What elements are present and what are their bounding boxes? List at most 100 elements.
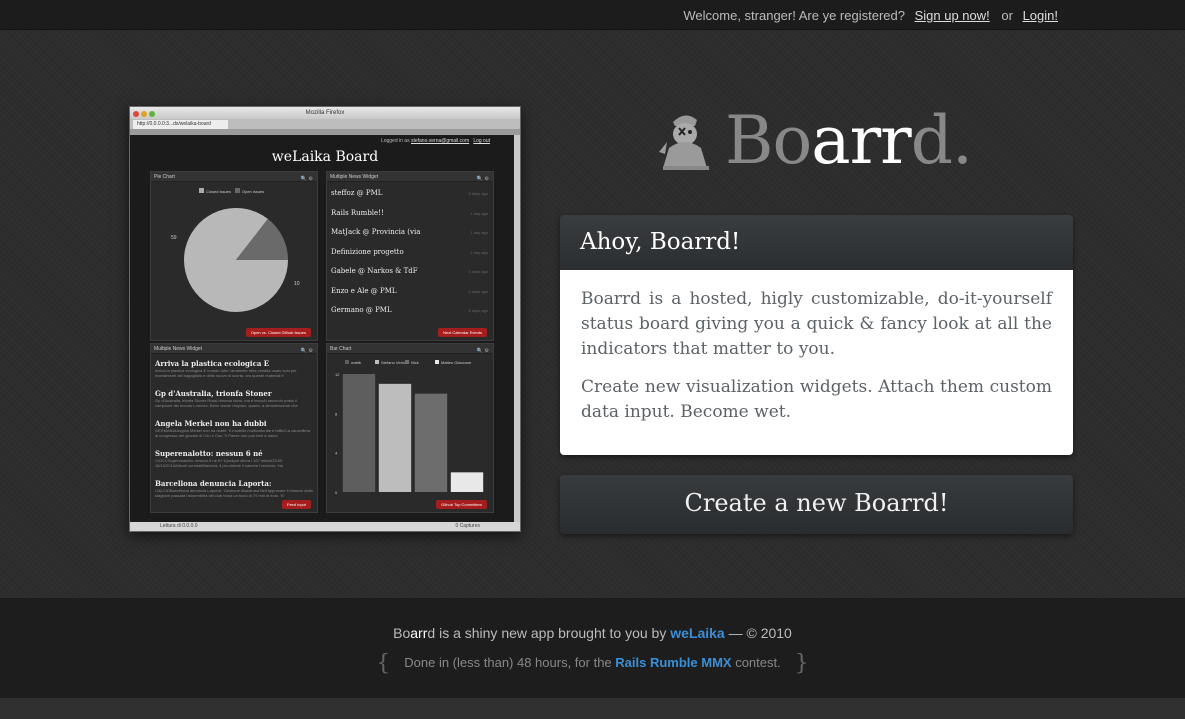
logout-link: Log out [473,138,490,144]
top-bar: Welcome, stranger! Are ye registered? Si… [0,0,1185,30]
legend-label: mattb [351,360,362,365]
browser-scrollbar [514,135,520,524]
browser-tabbar: http://0.0.0.0:3...ds/welaika-board [130,119,520,129]
footer-tagline: is a shiny new app brought to you by [435,625,671,641]
footer-contest-suffix: contest. [731,654,781,670]
news-widget-2-title: Multiple News Widget [154,346,203,352]
user-email: stefano.verna@gmail.com [410,138,470,144]
list-item: steffoz @ PML 3 days ago [327,184,493,204]
logged-in-label: Logged in as [380,138,410,144]
welcome-text: Welcome, stranger! Are ye registered? [683,8,905,23]
legend-label: Nick [411,360,419,365]
wordmark-part-2: arr [811,102,911,179]
pie-label-left: 59 [171,235,177,241]
list-item-title: MatJack @ Provincia (via [331,228,421,236]
list-item-title: Barcellona denuncia Laporta: [155,479,272,488]
list-item-ago: 3 days ago [468,191,488,196]
list-item-desc: CALCIOBarcellona denuncia Laporta: 'Gest… [155,488,313,498]
rails-rumble-link[interactable]: Rails Rumble MMX [615,655,731,670]
pie-chart: Closed issues Open issues 59 10 [171,188,300,312]
pie-widget-button: Open vs. Closed Github Issues [245,328,311,337]
list-item-ago: 1 day ago [470,249,488,255]
list-item: Germano @ PML 4 days ago [327,301,493,321]
board-screenshot: Mozilla Firefox http://0.0.0.0:3...ds/we… [129,106,521,532]
news-widget-1-button: Next Calendar Events [438,328,487,337]
browser-statusbar: Lettura di 0.0.0.0 0 Captures [130,522,520,531]
ahoy-paragraph-2: Create new visualization widgets. Attach… [581,377,1052,422]
pie-widget: Pie Chart 🔍 ⚙ Closed issues Open issues 5… [150,171,318,341]
bar [450,472,484,492]
pirate-mascot-icon [659,115,709,170]
legend-swatch-closed [199,188,204,193]
legend-swatch-open [235,188,240,193]
bar-chart: mattb Stefano Verna Nick Matteo Giaccone 0 4 8… [335,360,484,495]
welaika-link[interactable]: weLaika [670,625,724,641]
list-item: Enzo e Ale @ PML 4 days ago [327,282,493,302]
boarrd-wordmark: Boarrd. [725,102,973,179]
bar [414,393,448,492]
footer-line-1: Boarrd is a shiny new app brought to you… [0,625,1185,641]
news-widget-1-header: Multiple News Widget 🔍 ⚙ [327,172,493,182]
bar-widget: Bar Chart 🔍 ⚙ mattb Stefano Verna Nick Matte… [326,343,494,513]
list-item-title: Germano @ PML [331,306,392,314]
close-brace: } [794,651,809,676]
y-tick-label: 8 [335,411,338,416]
footer-done-text: Done in (less than) 48 hours, for the [404,654,616,670]
signup-link[interactable]: Sign up now! [915,8,990,23]
list-item-title: steffoz @ PML [331,189,383,197]
footer-brand-part-1: Bo [393,625,411,641]
inner-login-bar: Logged in as stefano.verna@gmail.com Log… [130,135,520,147]
y-tick-label: 12 [335,372,340,377]
list-item-desc: GERMANIAAngela Merkel non ha dubbi: 'Il … [155,428,311,438]
news-widget-2: Multiple News Widget 🔍 ⚙ Arriva la plasti… [150,343,318,513]
legend-label: Stefano Verna [381,360,407,365]
status-text: Lettura di 0.0.0.0 [160,523,198,529]
close-dot-icon [133,111,139,117]
pie-label-right: 10 [294,281,300,287]
list-item: Definizione progetto 1 day ago [327,243,493,263]
list-item-title: Gabele @ Narkos & TdF [331,267,418,275]
legend-closed: Closed issues [206,189,231,194]
bar [342,374,376,492]
list-item-title: Rails Rumble!! [331,208,384,217]
or-text: or [1001,8,1013,23]
browser-tab-url: http://0.0.0.0:3...ds/welaika-board [133,120,228,129]
status-right: 0 Captures [455,523,480,529]
legend-open: Open issues [242,189,264,194]
boarrd-logo: Boarrd. [655,102,985,188]
news-widget-2-button: Feed Input [281,500,311,509]
pie-slices [184,208,288,312]
list-item-title: Superenalotto: nessun 6 né [155,449,263,458]
browser-window-title: Mozilla Firefox [305,110,345,116]
list-item-title: Arriva la plastica ecologica E [155,359,270,368]
create-boarrd-button[interactable]: Create a new Boarrd! [560,475,1073,534]
legend-swatch [375,360,379,364]
list-item: MatJack @ Provincia (via 1 day ago [327,223,493,243]
list-item-title: Definizione progetto [331,247,404,256]
list-item-ago: 1 day ago [470,210,488,216]
pie-widget-header: Pie Chart 🔍 ⚙ [151,172,317,182]
legend-label: Matteo Giaccone [441,360,472,365]
list-item: Gabele @ Narkos & TdF 4 days ago [327,262,493,282]
list-item-desc: CIOCCSuperenalotto: nessun 6 né 5+ il ja… [155,458,283,468]
footer-copyright: — © 2010 [724,625,792,641]
news-widget-2-header: Multiple News Widget 🔍 ⚙ [151,344,317,354]
widget-tools-icon: 🔍 ⚙ [300,348,313,354]
footer-brand-part-2: arr [410,625,428,641]
news-widget-1: Multiple News Widget 🔍 ⚙ steffoz @ PML 3 d… [326,171,494,341]
bar-widget-header: Bar Chart 🔍 ⚙ [327,344,493,354]
list-item-ago: 1 day ago [470,230,488,235]
list-item-desc: Arriva la plastica ecologica E mondo tut… [155,368,297,378]
y-tick-label: 0 [335,490,338,495]
open-brace: { [376,651,391,676]
list-item: Gp d'Australia, trionfa Stoner Gp d'Austr… [151,386,317,416]
ahoy-title: Ahoy, Boarrd! [560,215,1073,270]
list-item-title: Enzo e Ale @ PML [331,286,397,295]
bar-widget-button: Github Top Committers [436,500,487,509]
list-item: Superenalotto: nessun 6 né CIOCCSuperenal… [151,446,317,476]
zoom-dot-icon [149,111,155,117]
legend-swatch [435,360,439,364]
login-link[interactable]: Login! [1023,8,1058,23]
list-item: Rails Rumble!! 1 day ago [327,204,493,224]
pie-widget-title: Pie Chart [154,174,175,180]
